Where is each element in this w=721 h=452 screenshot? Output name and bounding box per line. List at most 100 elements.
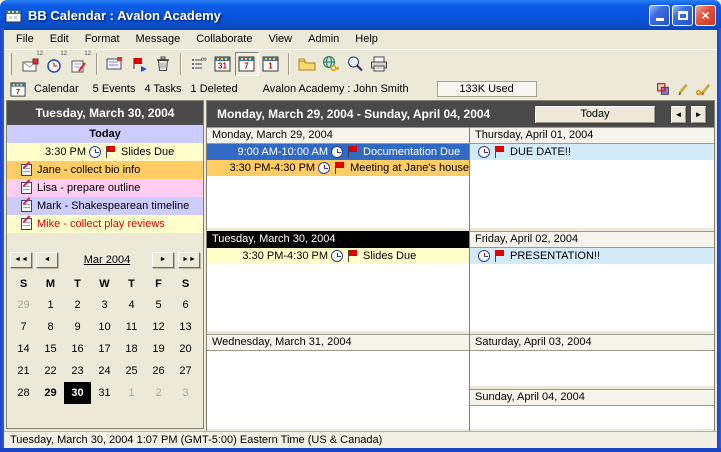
new-event-icon xyxy=(21,54,41,74)
calendar-day[interactable]: 31 xyxy=(91,382,118,404)
day-header[interactable]: Saturday, April 03, 2004 xyxy=(470,334,714,351)
menu-item-help[interactable]: Help xyxy=(347,30,386,49)
next-month-button[interactable]: ► xyxy=(152,252,174,268)
task-item-mark[interactable]: Mark - Shakespearean timeline xyxy=(7,197,203,215)
calendar-day[interactable]: 29 xyxy=(37,382,64,404)
calendar-day[interactable]: 18 xyxy=(118,338,145,360)
day-header[interactable]: Wednesday, March 31, 2004 xyxy=(207,334,469,351)
task-item-jane[interactable]: Jane - collect bio info xyxy=(7,161,203,179)
task-item-lisa[interactable]: Lisa - prepare outline xyxy=(7,179,203,197)
day-header[interactable]: Monday, March 29, 2004 xyxy=(207,127,469,144)
day-body[interactable]: 9:00 AM-10:00 AM Documentation Due 3:30 … xyxy=(207,144,469,231)
day-body[interactable]: PRESENTATION!! xyxy=(470,248,714,334)
day-body[interactable]: DUE DATE!! xyxy=(470,144,714,231)
calendar-day[interactable]: 2 xyxy=(64,294,91,316)
calendar-day[interactable]: 1 xyxy=(118,382,145,404)
task-item-mike[interactable]: Mike - collect play reviews xyxy=(7,215,203,233)
agenda-item-slides-due[interactable]: 3:30 PM Slides Due xyxy=(7,143,203,161)
month-view-icon: 31 xyxy=(213,54,233,74)
menu-item-message[interactable]: Message xyxy=(128,30,189,49)
key-pencil-icon[interactable] xyxy=(695,81,713,97)
event-meeting[interactable]: 3:30 PM-4:30 PM Meeting at Jane's house xyxy=(207,160,469,176)
calendar-day[interactable]: 8 xyxy=(37,316,64,338)
calendar-day[interactable]: 21 xyxy=(10,360,37,382)
maximize-button[interactable] xyxy=(672,5,693,26)
next-year-button[interactable]: ►► xyxy=(178,252,200,268)
day-body[interactable]: 3:30 PM-4:30 PM Slides Due xyxy=(207,248,469,334)
prev-month-button[interactable]: ◄ xyxy=(36,252,58,268)
menu-item-view[interactable]: View xyxy=(260,30,300,49)
calendar-day[interactable]: 23 xyxy=(64,360,91,382)
calendar-day[interactable]: 26 xyxy=(145,360,172,382)
print-button[interactable] xyxy=(367,52,391,76)
calendar-day[interactable]: 15 xyxy=(37,338,64,360)
delete-button[interactable] xyxy=(151,52,175,76)
calendar-day[interactable]: 29 xyxy=(10,294,37,316)
close-button[interactable]: × xyxy=(695,5,716,26)
access-key-button[interactable] xyxy=(319,52,343,76)
event-documentation-due[interactable]: 9:00 AM-10:00 AM Documentation Due xyxy=(207,144,469,160)
week-view-button[interactable]: 7 xyxy=(235,52,259,76)
today-bar[interactable]: Today xyxy=(7,125,203,143)
calendar-day[interactable]: 14 xyxy=(10,338,37,360)
prev-year-button[interactable]: ◄◄ xyxy=(10,252,32,268)
day-body[interactable] xyxy=(207,351,469,432)
new-task-button[interactable]: 12 xyxy=(67,52,91,76)
new-event-button[interactable]: 12 xyxy=(19,52,43,76)
next-week-button[interactable]: ► xyxy=(690,105,707,124)
calendar-day[interactable]: 20 xyxy=(172,338,199,360)
calendar-day[interactable]: 3 xyxy=(172,382,199,404)
minimize-button[interactable] xyxy=(649,5,670,26)
copy-icon[interactable] xyxy=(655,81,671,97)
calendar-day[interactable]: 19 xyxy=(145,338,172,360)
day-body[interactable] xyxy=(470,406,714,432)
new-alarm-button[interactable]: 12 xyxy=(43,52,67,76)
event-due-date[interactable]: DUE DATE!! xyxy=(470,144,714,160)
search-button[interactable] xyxy=(343,52,367,76)
menu-item-admin[interactable]: Admin xyxy=(300,30,347,49)
calendar-day[interactable]: 7 xyxy=(10,316,37,338)
month-view-button[interactable]: 31 xyxy=(211,52,235,76)
title-bar[interactable]: BB Calendar : Avalon Academy × xyxy=(0,0,721,30)
calendar-day[interactable]: 24 xyxy=(91,360,118,382)
menu-item-file[interactable]: File xyxy=(8,30,42,49)
calendar-day[interactable]: 2 xyxy=(145,382,172,404)
pencil-icon[interactable] xyxy=(675,81,691,97)
calendar-day[interactable]: 17 xyxy=(91,338,118,360)
folder-button[interactable] xyxy=(295,52,319,76)
calendar-day[interactable]: 1 xyxy=(37,294,64,316)
day-view-button[interactable]: 1 xyxy=(259,52,283,76)
event-presentation[interactable]: PRESENTATION!! xyxy=(470,248,714,264)
calendar-day[interactable]: 28 xyxy=(10,382,37,404)
calendar-day-selected[interactable]: 30 xyxy=(64,382,91,404)
day-header[interactable]: Friday, April 02, 2004 xyxy=(470,231,714,248)
event-slides-due[interactable]: 3:30 PM-4:30 PM Slides Due xyxy=(207,248,469,264)
menu-item-collaborate[interactable]: Collaborate xyxy=(188,30,260,49)
calendar-day[interactable]: 10 xyxy=(91,316,118,338)
today-button[interactable]: Today xyxy=(534,105,656,124)
calendar-day[interactable]: 5 xyxy=(145,294,172,316)
calendar-day[interactable]: 9 xyxy=(64,316,91,338)
calendar-day[interactable]: 3 xyxy=(91,294,118,316)
calendar-day[interactable]: 22 xyxy=(37,360,64,382)
prev-week-button[interactable]: ◄ xyxy=(670,105,687,124)
menu-item-edit[interactable]: Edit xyxy=(42,30,77,49)
calendar-day[interactable]: 12 xyxy=(145,316,172,338)
day-header-today[interactable]: Tuesday, March 30, 2004 xyxy=(207,231,469,248)
calendar-day[interactable]: 13 xyxy=(172,316,199,338)
menu-item-format[interactable]: Format xyxy=(77,30,128,49)
calendar-day[interactable]: 4 xyxy=(118,294,145,316)
calendar-day[interactable]: 11 xyxy=(118,316,145,338)
new-note-button[interactable] xyxy=(103,52,127,76)
day-header[interactable]: Thursday, April 01, 2004 xyxy=(470,127,714,144)
agenda-view-button[interactable]: ∞ xyxy=(187,52,211,76)
toolbar-grip[interactable] xyxy=(9,53,12,75)
calendar-day[interactable]: 27 xyxy=(172,360,199,382)
day-body[interactable] xyxy=(470,351,714,389)
calendar-day[interactable]: 16 xyxy=(64,338,91,360)
calendar-day[interactable]: 25 xyxy=(118,360,145,382)
day-header[interactable]: Sunday, April 04, 2004 xyxy=(470,389,714,406)
month-year-link[interactable]: Mar 2004 xyxy=(62,254,152,266)
flag-message-button[interactable] xyxy=(127,52,151,76)
calendar-day[interactable]: 6 xyxy=(172,294,199,316)
